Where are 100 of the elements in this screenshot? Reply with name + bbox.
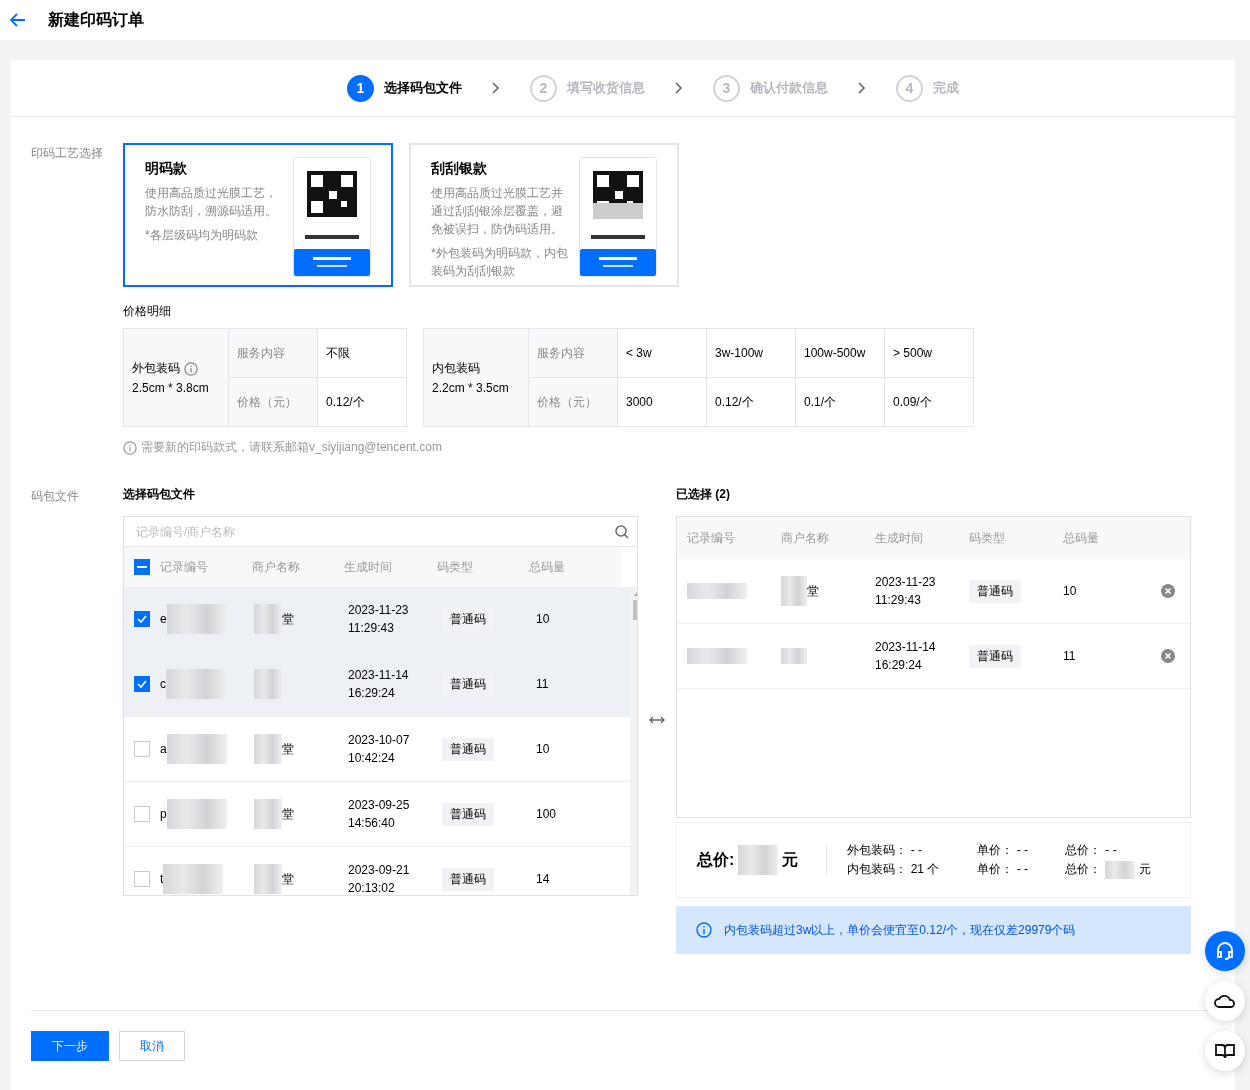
column-header: 生成时间 <box>344 558 394 576</box>
option-note: *各层级码均为明码款 <box>145 227 259 244</box>
cancel-button[interactable]: 取消 <box>119 1031 185 1061</box>
table-cell: 0.1/个 <box>796 378 885 427</box>
redacted-block <box>254 734 282 764</box>
minus-icon <box>137 566 147 568</box>
step-number: 2 <box>530 74 557 102</box>
checkbox[interactable] <box>134 676 150 692</box>
checkbox[interactable] <box>134 741 150 757</box>
redacted-block <box>254 864 282 894</box>
book-icon <box>1215 1043 1235 1059</box>
redacted-block <box>166 799 227 829</box>
remove-icon[interactable] <box>1161 649 1175 663</box>
column-header: 商户名称 <box>252 558 302 576</box>
table-header-cell: 价格（元） <box>229 378 318 427</box>
table-cell: 不限 <box>318 329 407 378</box>
chevron-icon <box>675 82 683 94</box>
table-cell: < 3w <box>618 329 707 378</box>
step: 3 确认付款信息 <box>713 74 828 102</box>
table-cell-text: 2023-10-07 10:42:24 <box>348 732 411 767</box>
table-cell: 10 <box>1063 584 1077 598</box>
column-header: 码类型 <box>969 529 1006 547</box>
info-icon <box>184 361 198 376</box>
redacted-block <box>254 799 282 829</box>
table-cell-text: 2023-09-25 14:56:40 <box>348 797 411 832</box>
section-label: 印码工艺选择 <box>31 145 104 162</box>
redacted-block <box>781 576 807 606</box>
table-header-cell: 服务内容 <box>229 329 318 378</box>
redacted-block <box>166 604 227 634</box>
option-card[interactable]: 刮刮银款 使用高品质过光膜工艺并通过刮刮银涂层覆盖，避免被误扫，防伪码适用。 *外包装码为明码款，内包装码为刮刮银款 <box>409 143 679 287</box>
package-size: 2.2cm * 3.5cm <box>432 381 510 395</box>
chevron-icon <box>858 82 866 94</box>
summary-text: 总价： <box>1065 861 1102 878</box>
table-cell: 堂 <box>282 870 294 888</box>
table-cell: c <box>160 677 166 691</box>
redacted-block <box>687 648 747 664</box>
cloud-button[interactable] <box>1205 981 1245 1021</box>
table-cell: > 500w <box>885 329 974 378</box>
summary-text: 总价： <box>1065 841 1102 859</box>
section-label: 码包文件 <box>31 488 80 505</box>
summary-text: 外包装码： - - <box>847 841 923 859</box>
cloud-icon <box>1214 993 1236 1009</box>
redacted-block <box>1105 860 1136 879</box>
redacted-block <box>166 669 226 699</box>
column-header: 记录编号 <box>160 558 209 576</box>
total-label: 总价: <box>697 849 735 870</box>
checkbox[interactable] <box>134 871 150 887</box>
table-header-cell: 价格（元） <box>529 378 618 427</box>
table-cell: 0.12/个 <box>707 378 796 427</box>
support-button[interactable] <box>1205 931 1245 971</box>
option-card[interactable]: 明码款 使用高品质过光膜工艺，防水防刮，溯源码适用。 *各层级码均为明码款 <box>123 143 393 287</box>
table-cell-text: 2023-09-21 20:13:02 <box>348 862 411 895</box>
step-number: 4 <box>896 74 923 102</box>
check-icon <box>137 615 147 623</box>
table-cell: 堂 <box>282 610 294 628</box>
table-cell: 堂 <box>807 582 819 600</box>
check-icon <box>137 680 147 688</box>
back-arrow-icon[interactable] <box>10 13 26 27</box>
panel-title: 选择码包文件 <box>123 486 196 503</box>
search-icon[interactable] <box>615 524 629 539</box>
docs-button[interactable] <box>1205 1031 1245 1071</box>
price-title: 价格明细 <box>123 303 172 320</box>
table-cell: 14 <box>536 872 550 886</box>
type-tag: 普通码 <box>442 802 494 826</box>
step-number: 1 <box>347 74 374 102</box>
column-header: 总码量 <box>528 558 566 576</box>
checkbox[interactable] <box>134 611 150 627</box>
table-cell: 3w-100w <box>707 329 796 378</box>
table-cell: 100 <box>536 807 557 821</box>
summary-text: 元 <box>1139 861 1152 878</box>
redacted-block <box>163 864 224 894</box>
package-name: 内包装码 <box>432 360 480 377</box>
summary-text: 单价： - - <box>977 841 1029 859</box>
column-header: 生成时间 <box>875 529 924 547</box>
option-description: 使用高品质过光膜工艺并通过刮刮银涂层覆盖，避免被误扫，防伪码适用。 <box>431 185 564 238</box>
option-note: *外包装码为明码款，内包装码为刮刮银款 <box>431 245 569 280</box>
type-tag: 普通码 <box>442 867 494 891</box>
redacted-block <box>254 669 282 699</box>
step: 1 选择码包文件 <box>347 74 462 102</box>
table-cell: 3000 <box>618 378 707 427</box>
remove-icon[interactable] <box>1161 584 1175 598</box>
table-cell: 100w-500w <box>796 329 885 378</box>
hint-text: 需要新的印码款式，请联系邮箱v_siyijiang@tencent.com <box>141 439 442 456</box>
redacted-block <box>254 604 282 634</box>
type-tag: 普通码 <box>442 737 494 761</box>
next-button[interactable]: 下一步 <box>31 1031 109 1061</box>
page-title: 新建印码订单 <box>48 9 144 30</box>
type-tag: 普通码 <box>969 579 1021 603</box>
option-description: 使用高品质过光膜工艺，防水防刮，溯源码适用。 <box>145 185 278 220</box>
checkbox[interactable] <box>134 559 150 575</box>
chevron-icon <box>492 82 500 94</box>
info-icon <box>696 922 712 938</box>
table-cell: 11 <box>536 677 549 691</box>
step: 4 完成 <box>896 74 959 102</box>
summary-text: 单价： - - <box>977 860 1029 878</box>
table-cell-text: 2023-11-14 16:29:24 <box>348 667 410 702</box>
total-unit: 元 <box>782 849 799 870</box>
table-cell: t <box>160 872 164 886</box>
swap-arrows-icon <box>649 716 665 724</box>
checkbox[interactable] <box>134 806 150 822</box>
